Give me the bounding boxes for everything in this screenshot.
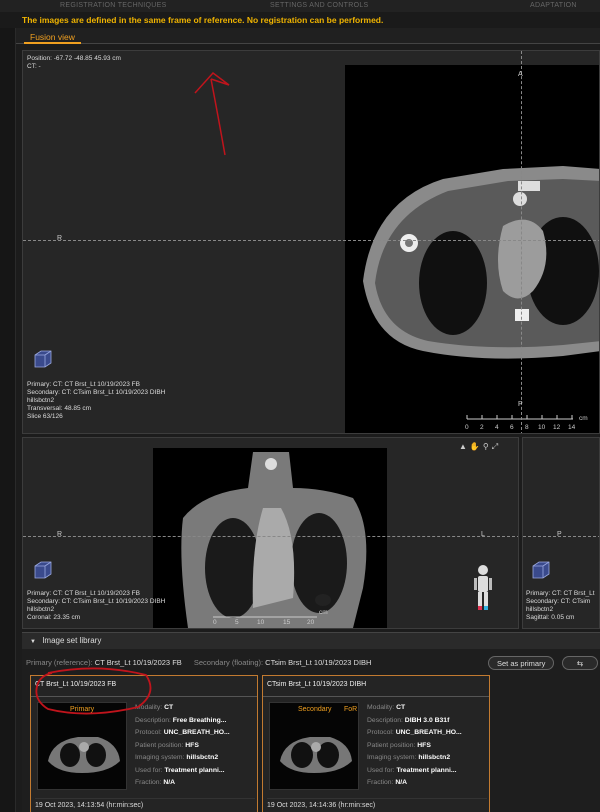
top-navigation: REGISTRATION TECHNIQUES SETTINGS AND CON… [0,0,600,12]
scale-tick-label: 12 [553,424,561,431]
viewport-toolbar: ▲✋⚲⤢ [459,442,501,452]
image-set-card-secondary[interactable]: CTsim Brst_Lt 10/19/2023 DIBH Secondary … [262,675,490,812]
scale-unit: cm [319,609,328,616]
left-toolbar [0,28,16,812]
scale-tick-label: 6 [510,424,514,431]
axial-viewport[interactable]: 0 2 4 6 8 10 12 14 cm Position: -67.72 -… [22,50,600,434]
orientation-marker-bottom: P [518,401,523,408]
card-title: CTsim Brst_Lt 10/19/2023 DIBH [267,681,367,688]
plane-position: Transversal: 48.85 cm [27,405,92,412]
scale-tick-label: 0 [213,619,217,626]
registration-warning: The images are defined in the same frame… [0,12,600,28]
ct-thumbnail: Secondary FoR [269,702,359,790]
orientation-marker-left: R [57,235,63,242]
orientation-cube-icon[interactable] [33,349,53,369]
card-title: CT Brst_Lt 10/19/2023 FB [35,681,117,688]
window-level-icon[interactable]: ▲ [459,442,470,451]
nav-registration-techniques[interactable]: REGISTRATION TECHNIQUES [60,2,167,9]
thumbnail-image [48,737,120,773]
scale-unit: cm [579,415,588,422]
orientation-marker-top: A [518,71,523,78]
crosshair-horizontal[interactable] [23,536,518,537]
position-readout: Position: -67.72 -48.85 45.93 cm [27,55,121,62]
view-tabbar: Fusion view [16,28,600,44]
scale-tick-label: 2 [480,424,484,431]
zoom-icon[interactable]: ⚲ [483,442,492,451]
scale-tick-label: 14 [568,424,576,431]
user-info: hillsbctn2 [27,397,55,404]
plane-position: Coronal: 23.35 cm [27,614,81,621]
slice-number: Slice 63/126 [27,413,63,420]
primary-reference-value: CT Brst_Lt 10/19/2023 FB [94,658,182,667]
ct-value-readout: CT: - [27,63,41,70]
nav-adaptation[interactable]: ADAPTATION [530,2,577,9]
swap-arrows-icon[interactable]: ⇆ [562,656,598,670]
orientation-marker-right: L [481,531,485,538]
plane-position: Sagittal: 0.05 cm [526,614,575,621]
image-properties: Modality: CT Description: DIBH 3.0 B31f … [367,704,462,786]
fullscreen-icon[interactable]: ⤢ [492,442,501,451]
acquisition-date: 19 Oct 2023, 14:13:54 (hr:min:sec) [35,798,255,812]
secondary-info: Secondary: CT: CTsim Brst_Lt 10/19/2023 … [27,598,166,605]
image-set-card-primary[interactable]: CT Brst_Lt 10/19/2023 FB Primary Modalit… [30,675,258,812]
axial-ct-image: 0 2 4 6 8 10 12 14 cm [194,65,599,433]
coronal-viewport[interactable]: 0 5 10 15 20 cm R L ▲✋⚲⤢ Primary: CT: CT… [22,437,519,629]
patient-figure-icon [474,565,492,610]
secondary-floating-label: Secondary (floating): [193,658,264,667]
ct-thumbnail: Primary [37,702,127,790]
primary-info: Primary: CT: CT Brst_Lt 10/19/2023 FB [27,590,140,597]
user-info: hillsbctn2 [27,606,55,613]
library-title: Image set library [42,636,102,645]
orientation-marker: P [557,531,562,538]
image-set-library: ▼ Image set library Primary (reference):… [22,632,600,812]
orientation-marker-left: R [57,531,63,538]
secondary-info: Secondary: CT: CTsim Brst_Lt 10/19/2023 … [27,389,166,396]
scale-tick-label: 8 [525,424,529,431]
primary-info: Primary: CT: CT Brst_Lt 10/19/2023 FB [27,381,140,388]
scale-tick-label: 4 [495,424,499,431]
set-as-primary-button[interactable]: Set as primary [488,656,555,670]
nav-settings-controls[interactable]: SETTINGS AND CONTROLS [270,2,368,9]
thumbnail-image [280,737,352,773]
image-properties: Modality: CT Description: Free Breathing… [135,704,230,786]
sagittal-viewport[interactable]: P Primary: CT: CT Brst_Lt Secondary: CT:… [522,437,600,629]
user-info: hillsbctn2 [526,606,554,613]
acquisition-date: 19 Oct 2023, 14:14:36 (hr:min:sec) [267,798,487,812]
secondary-info: Secondary: CT: CTsim [526,598,591,605]
tab-fusion-view[interactable]: Fusion view [24,30,81,44]
scale-tick-label: 10 [257,619,265,626]
primary-info: Primary: CT: CT Brst_Lt [526,590,595,597]
pan-hand-icon[interactable]: ✋ [470,442,483,451]
library-header[interactable]: ▼ Image set library [22,633,600,649]
primary-reference-label: Primary (reference): [26,658,93,667]
crosshair-horizontal[interactable] [23,240,599,241]
scale-tick-label: 0 [465,424,469,431]
scale-tick-label: 10 [538,424,546,431]
scale-tick-label: 20 [307,619,315,626]
orientation-cube-icon[interactable] [33,560,53,580]
scale-tick-label: 15 [283,619,291,626]
orientation-cube-icon[interactable] [531,560,551,580]
secondary-floating-value: CTsim Brst_Lt 10/19/2023 DIBH [265,658,372,667]
crosshair-vertical[interactable] [521,51,522,433]
scale-tick-label: 5 [235,619,239,626]
collapse-triangle-icon[interactable]: ▼ [30,639,36,645]
